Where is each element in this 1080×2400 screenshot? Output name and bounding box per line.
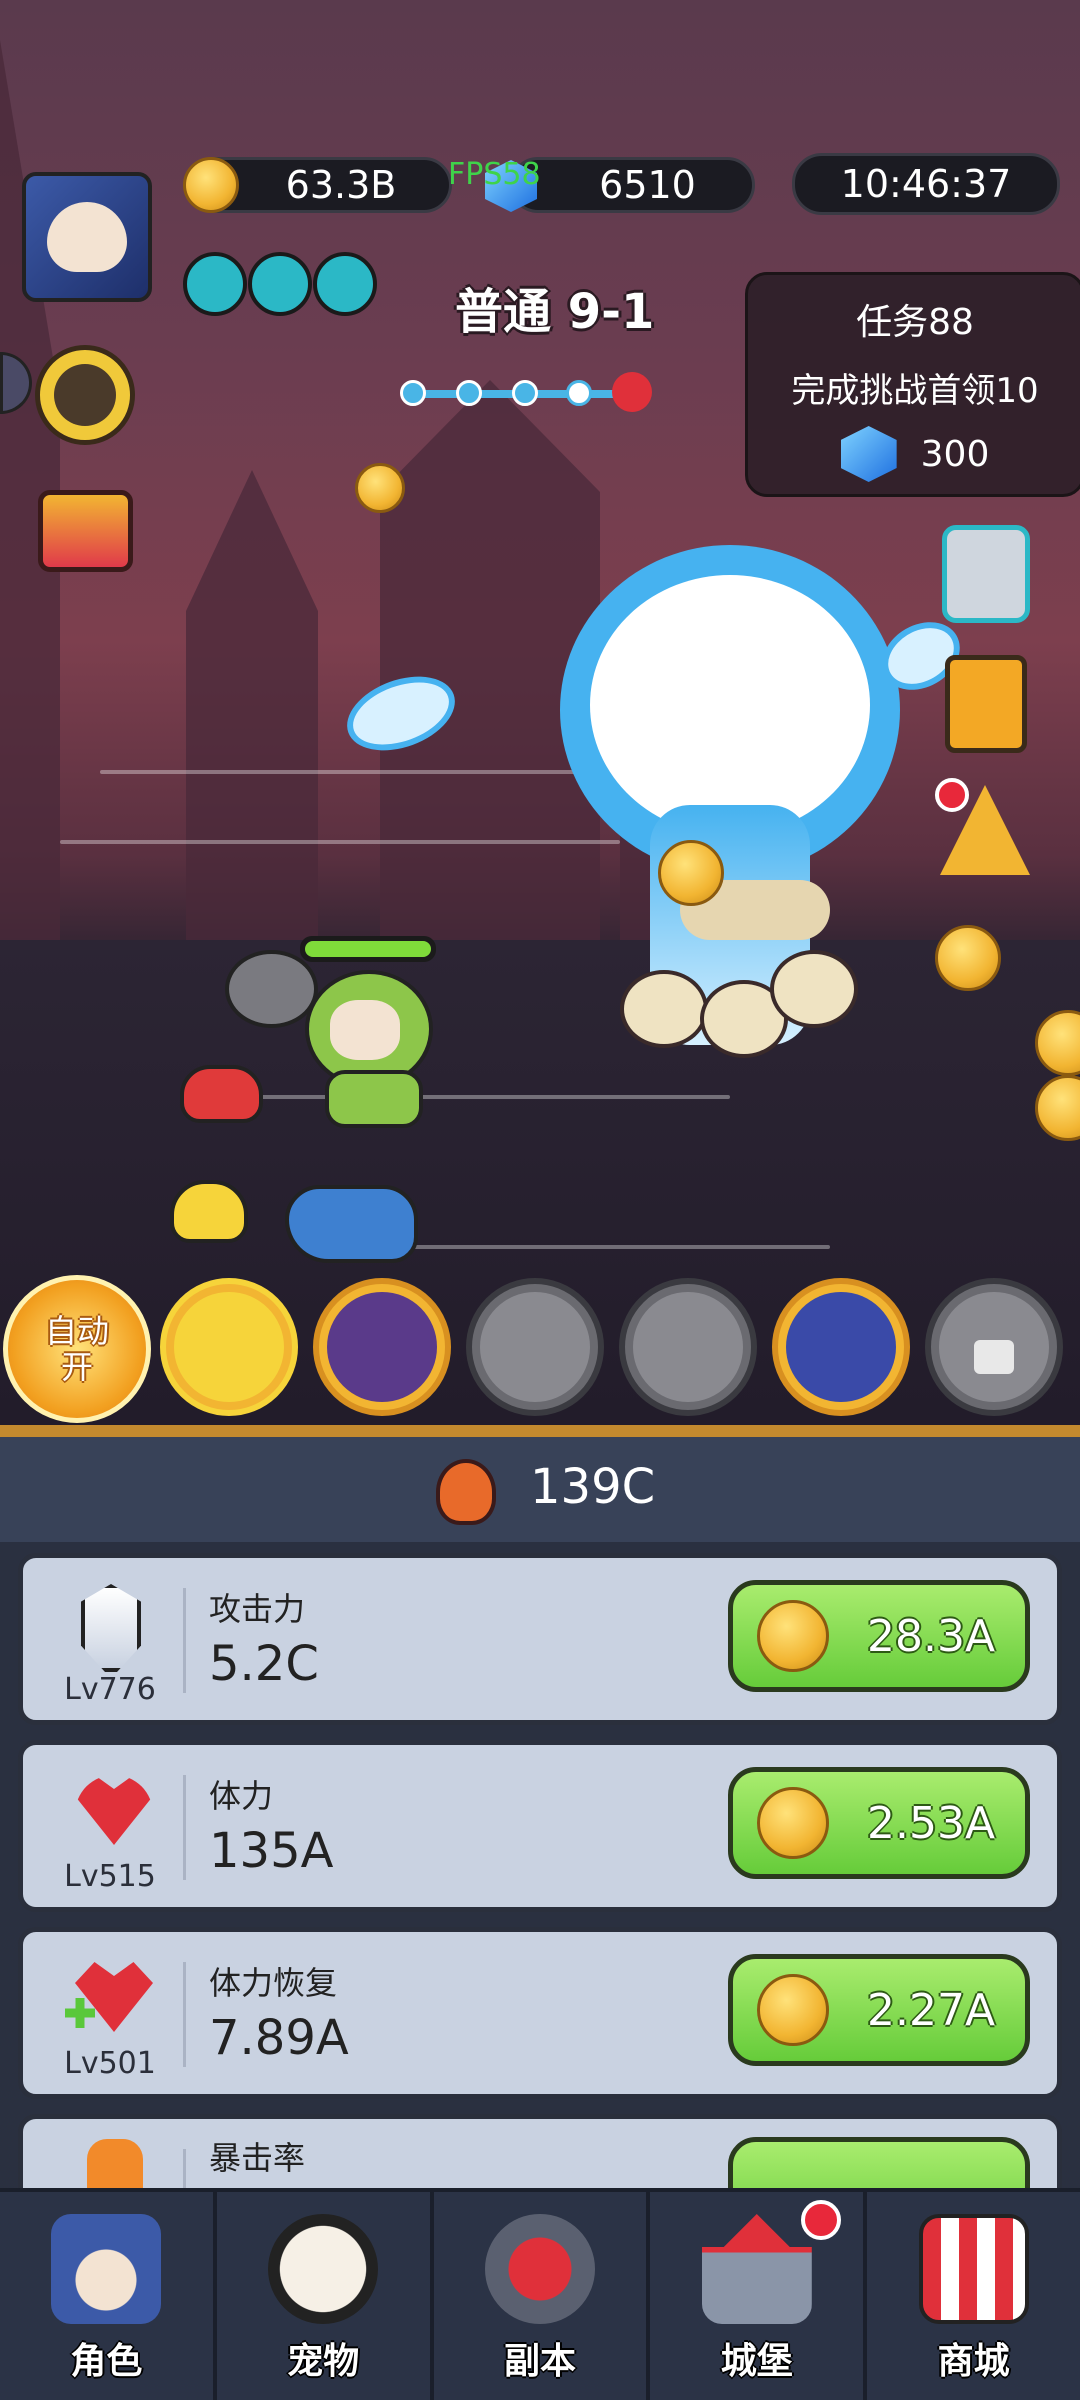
- quest-description: 完成挑战首领10: [791, 371, 1039, 411]
- hp-regen-value: 7.89A: [209, 2010, 349, 2066]
- hp-cost: 2.53A: [867, 1797, 996, 1849]
- hp-regen-upgrade-button[interactable]: 2.27A: [728, 1954, 1030, 2066]
- quest-panel[interactable]: 任务88 完成挑战首领10 300: [745, 272, 1080, 497]
- nav-dungeon-label: 副本: [503, 2341, 576, 2382]
- lock-icon: [974, 1340, 1014, 1374]
- shop-icon: [918, 2214, 1029, 2324]
- gem-value: 6510: [599, 163, 696, 207]
- castle-icon: [701, 2214, 812, 2324]
- flame-power-icon: [436, 1459, 496, 1525]
- progress-dot: [456, 380, 482, 406]
- coin-icon: [757, 1974, 829, 2046]
- gold-value: 63.3B: [285, 163, 397, 207]
- player-health-bar: [300, 936, 436, 962]
- skill-sword-icon[interactable]: [619, 1278, 757, 1416]
- nav-dungeon[interactable]: 副本: [434, 2192, 651, 2400]
- sword-icon: [81, 1584, 141, 1672]
- heart-icon: [75, 1775, 153, 1845]
- floating-coin: [935, 925, 1001, 991]
- player-avatar[interactable]: [22, 172, 152, 302]
- upgrade-card-hp: Lv515 体力 135A 2.53A: [18, 1740, 1062, 1912]
- claw-icon: [87, 2139, 143, 2189]
- plus-icon: [65, 1998, 95, 2028]
- skill-meteor-icon[interactable]: [160, 1278, 298, 1416]
- folder-button[interactable]: [945, 655, 1027, 753]
- nav-shop-label: 商城: [937, 2341, 1010, 2382]
- quest-reward-value: 300: [920, 433, 990, 475]
- stage-label: 普通 9-1: [455, 284, 655, 340]
- floating-coin: [355, 463, 405, 513]
- buff-icon-speed[interactable]: [313, 252, 377, 316]
- progress-dot: [566, 380, 592, 406]
- nav-shop[interactable]: 商城: [867, 2192, 1080, 2400]
- buff-icon-attack[interactable]: [248, 252, 312, 316]
- attack-upgrade-button[interactable]: 28.3A: [728, 1580, 1030, 1692]
- attack-level: Lv776: [64, 1672, 156, 1707]
- floating-coin: [658, 840, 724, 906]
- bottom-navigation: 角色 宠物 副本 城堡 商城: [0, 2188, 1080, 2400]
- fire-pet: [180, 1065, 263, 1123]
- upgrade-card-hp-regen: Lv501 体力恢复 7.89A 2.27A: [18, 1927, 1062, 2099]
- skill-locked-icon[interactable]: [925, 1278, 1063, 1416]
- panda-icon: [268, 2214, 379, 2324]
- avatar-face: [47, 202, 127, 272]
- progress-dot: [400, 380, 426, 406]
- crit-name: 暴击率: [209, 2139, 306, 2177]
- notes-button[interactable]: [942, 525, 1030, 623]
- hp-regen-name: 体力恢复: [209, 1964, 338, 2002]
- upgrade-card-crit: 暴击率: [18, 2114, 1062, 2190]
- gold-coin-icon: [183, 157, 239, 213]
- coin-icon: [757, 1600, 829, 1672]
- skill-serpent-icon[interactable]: [772, 1278, 910, 1416]
- auto-label-line1: 自动: [44, 1312, 109, 1350]
- hp-name: 体力: [209, 1777, 274, 1815]
- attack-cost: 28.3A: [867, 1610, 996, 1662]
- quest-title: 任务88: [856, 302, 974, 343]
- hp-regen-cost: 2.27A: [867, 1984, 996, 2036]
- nav-castle-label: 城堡: [720, 2341, 793, 2382]
- upgrade-panel: 139C Lv776 攻击力 5.2C 28.3A Lv515 体力 135A …: [0, 1425, 1080, 2190]
- yellow-slime-pet: [170, 1180, 248, 1243]
- auto-label-line2: 开: [60, 1348, 93, 1386]
- skeleton-enemy: [600, 880, 900, 1100]
- event-notification-badge: [935, 778, 969, 812]
- hp-upgrade-button[interactable]: 2.53A: [728, 1767, 1030, 1879]
- treasure-chest-button[interactable]: [38, 490, 133, 572]
- total-power-value: 139C: [530, 1459, 656, 1515]
- hp-level: Lv515: [64, 1859, 156, 1894]
- gem-counter: 6510: [510, 157, 755, 213]
- buff-icon-gold[interactable]: [183, 252, 247, 316]
- skill-demon-icon[interactable]: [313, 1278, 451, 1416]
- hero-character: [305, 970, 435, 1128]
- whale-pet: [285, 1185, 418, 1263]
- nav-pet-label: 宠物: [287, 2341, 360, 2382]
- heart-plus-icon: [75, 1962, 153, 2032]
- robot-pet: [225, 950, 318, 1028]
- nav-castle[interactable]: 城堡: [650, 2192, 868, 2400]
- auto-skill-toggle[interactable]: 自动 开: [3, 1275, 151, 1423]
- clock-value: 10:46:37: [840, 162, 1012, 206]
- hp-value: 135A: [209, 1823, 334, 1879]
- nav-hero[interactable]: 角色: [0, 2192, 217, 2400]
- quest-reward-gem-icon: [840, 426, 897, 482]
- hero-icon: [51, 2214, 162, 2324]
- total-power-bar: 139C: [0, 1437, 1080, 1542]
- crossed-swords-icon: [484, 2214, 595, 2324]
- attack-name: 攻击力: [209, 1590, 306, 1628]
- nav-hero-label: 角色: [70, 2341, 143, 2382]
- fps-indicator: FPS58: [448, 157, 541, 192]
- attack-value: 5.2C: [209, 1636, 319, 1692]
- clock-display: 10:46:37: [792, 153, 1060, 215]
- hp-regen-level: Lv501: [64, 2046, 156, 2081]
- coin-icon: [757, 1787, 829, 1859]
- crit-upgrade-button[interactable]: [728, 2137, 1030, 2190]
- boss-icon: [612, 372, 652, 412]
- skill-bomb-icon[interactable]: [466, 1278, 604, 1416]
- castle-notification-badge: [801, 2200, 842, 2240]
- upgrade-card-attack: Lv776 攻击力 5.2C 28.3A: [18, 1553, 1062, 1725]
- nav-pet[interactable]: 宠物: [217, 2192, 434, 2400]
- lucky-wheel-button[interactable]: [35, 345, 135, 445]
- progress-dot: [512, 380, 538, 406]
